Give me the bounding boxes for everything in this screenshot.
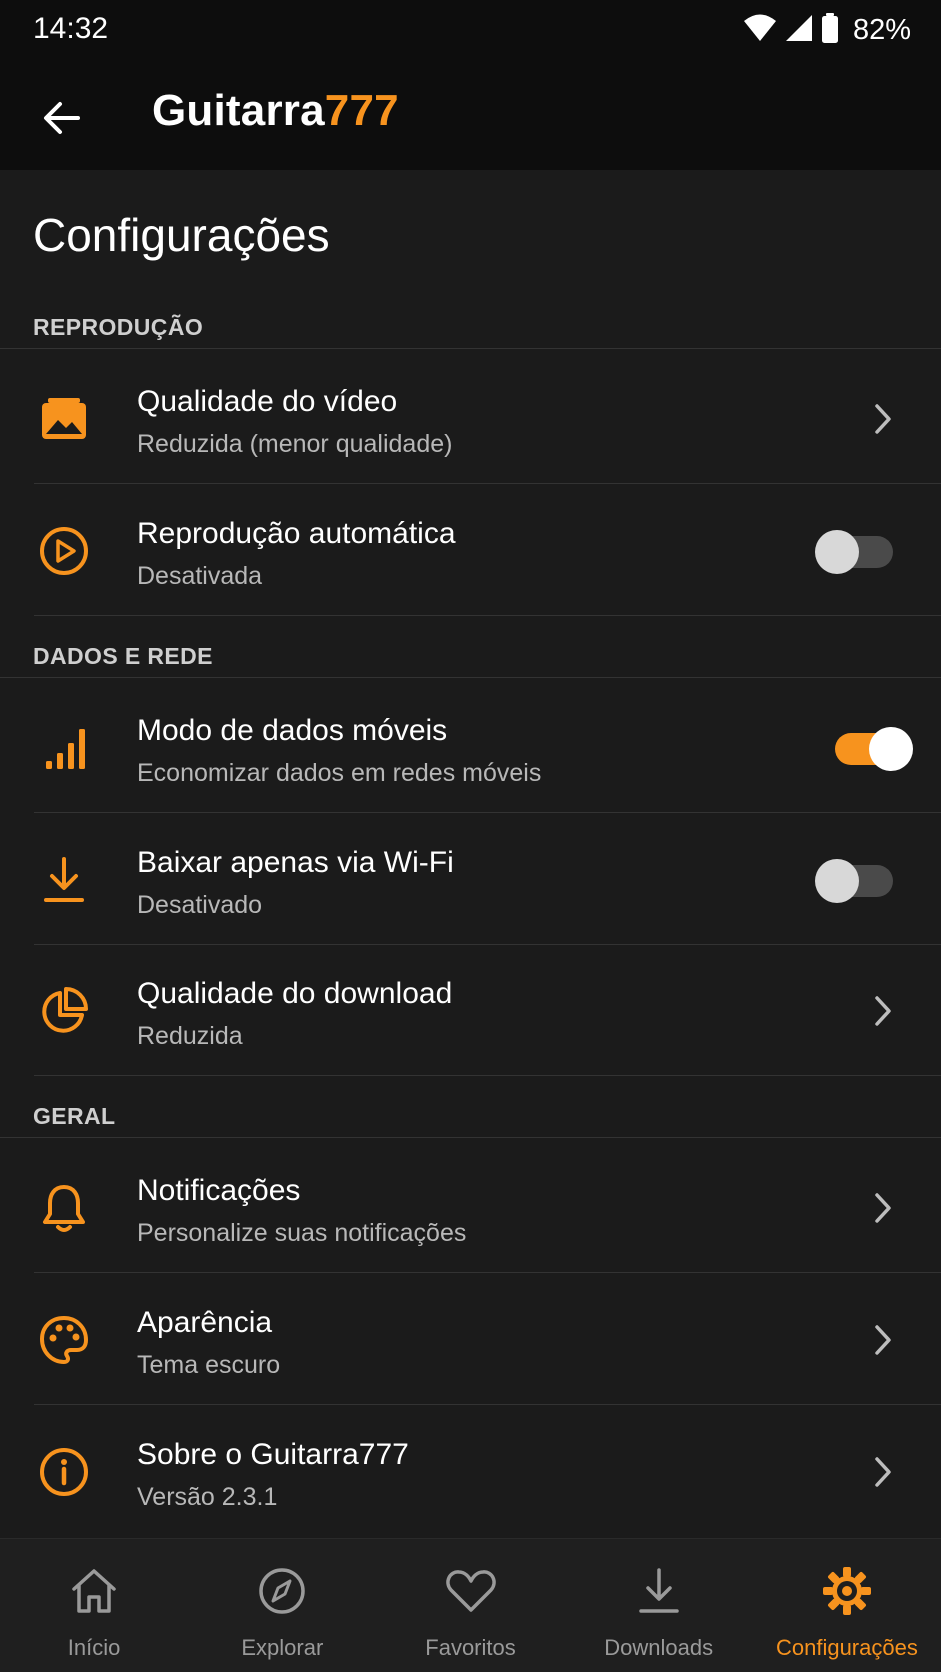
gear-icon [821, 1565, 873, 1617]
chevron-right-icon [865, 1452, 901, 1492]
home-icon [68, 1565, 120, 1617]
mobile-data-toggle[interactable] [835, 727, 913, 771]
play-circle-icon [36, 523, 92, 579]
status-bar: 14:32 82% [0, 0, 941, 60]
row-divider [34, 812, 941, 813]
back-button[interactable] [34, 90, 90, 146]
setting-subtitle: Personalize suas notificações [137, 1219, 467, 1247]
section-divider [0, 348, 941, 349]
autoplay-toggle[interactable] [815, 530, 893, 574]
setting-title: Aparência [137, 1306, 273, 1339]
setting-subtitle: Tema escuro [137, 1351, 281, 1379]
app-title-accent: 777 [324, 86, 399, 135]
battery-percentage: 82% [852, 13, 911, 46]
setting-subtitle: Economizar dados em redes móveis [137, 759, 542, 787]
nav-item-downloads[interactable]: Downloads [565, 1539, 753, 1672]
heart-icon [445, 1565, 497, 1617]
row-divider [34, 615, 941, 616]
nav-label: Início [67, 1635, 121, 1660]
setting-title: Modo de dados móveis [137, 714, 448, 747]
bell-icon [36, 1180, 92, 1236]
palette-icon [36, 1312, 92, 1368]
setting-title: Sobre o Guitarra777 [137, 1438, 409, 1471]
setting-subtitle: Desativada [137, 562, 263, 590]
chevron-right-icon [865, 1188, 901, 1228]
setting-notifications[interactable]: Notificações Personalize suas notificaçõ… [0, 1142, 941, 1273]
nav-item-favoritos[interactable]: Favoritos [376, 1539, 564, 1672]
nav-item-explorar[interactable]: Explorar [188, 1539, 376, 1672]
section-divider [0, 677, 941, 678]
battery-icon [821, 12, 839, 48]
info-icon [36, 1444, 92, 1500]
wifi-icon [743, 14, 777, 47]
setting-title: Qualidade do download [137, 977, 453, 1010]
status-icons: 82% [743, 10, 911, 50]
arrow-left-icon [44, 102, 80, 134]
setting-subtitle: Reduzida (menor qualidade) [137, 430, 453, 458]
setting-title: Notificações [137, 1174, 301, 1207]
nav-label: Downloads [604, 1635, 714, 1660]
chevron-right-icon [865, 991, 901, 1031]
image-icon [36, 391, 92, 447]
row-divider [34, 1075, 941, 1076]
section-header-dados: DADOS E REDE [33, 643, 213, 669]
setting-subtitle: Desativado [137, 891, 263, 919]
setting-title: Qualidade do vídeo [137, 385, 398, 418]
status-time: 14:32 [33, 12, 109, 45]
setting-wifi-only-download[interactable]: Baixar apenas via Wi-Fi Desativado [0, 814, 941, 945]
app-bar: Guitarra777 [0, 60, 941, 170]
nav-label: Favoritos [425, 1635, 516, 1660]
nav-item-configuracoes[interactable]: Configurações [753, 1539, 941, 1672]
setting-mobile-data-mode[interactable]: Modo de dados móveis Economizar dados em… [0, 682, 941, 813]
compass-icon [256, 1565, 308, 1617]
row-divider [34, 1404, 941, 1405]
setting-subtitle: Reduzida [137, 1022, 243, 1050]
wifi-only-toggle[interactable] [815, 859, 893, 903]
setting-subtitle: Versão 2.3.1 [137, 1483, 278, 1511]
setting-about[interactable]: Sobre o Guitarra777 Versão 2.3.1 [0, 1406, 941, 1537]
setting-download-quality[interactable]: Qualidade do download Reduzida [0, 945, 941, 1076]
chevron-right-icon [865, 1320, 901, 1360]
download-icon [36, 852, 92, 908]
setting-autoplay[interactable]: Reprodução automática Desativada [0, 485, 941, 616]
setting-title: Baixar apenas via Wi-Fi [137, 846, 454, 879]
setting-video-quality[interactable]: Qualidade do vídeo Reduzida (menor quali… [0, 353, 941, 484]
cellular-signal-icon [785, 14, 813, 47]
app-title-main: Guitarra [152, 86, 325, 135]
section-header-reproducao: REPRODUÇÃO [33, 314, 204, 340]
bottom-navigation: Início Explorar Favoritos Downloads Conf… [0, 1538, 941, 1672]
nav-item-inicio[interactable]: Início [0, 1539, 188, 1672]
setting-title: Reprodução automática [137, 517, 456, 550]
app-title: Guitarra777 [152, 86, 399, 136]
signal-bars-icon [36, 720, 92, 776]
toggle-thumb [815, 530, 859, 574]
nav-label: Explorar [241, 1635, 324, 1660]
section-header-geral: GERAL [33, 1103, 116, 1129]
section-divider [0, 1137, 941, 1138]
page-title: Configurações [33, 209, 330, 261]
nav-label: Configurações [775, 1635, 918, 1660]
chevron-right-icon [865, 399, 901, 439]
setting-appearance[interactable]: Aparência Tema escuro [0, 1274, 941, 1405]
toggle-thumb [869, 727, 913, 771]
row-divider [34, 1272, 941, 1273]
pie-chart-icon [36, 983, 92, 1039]
toggle-thumb [815, 859, 859, 903]
download-icon [633, 1565, 685, 1617]
row-divider [34, 483, 941, 484]
